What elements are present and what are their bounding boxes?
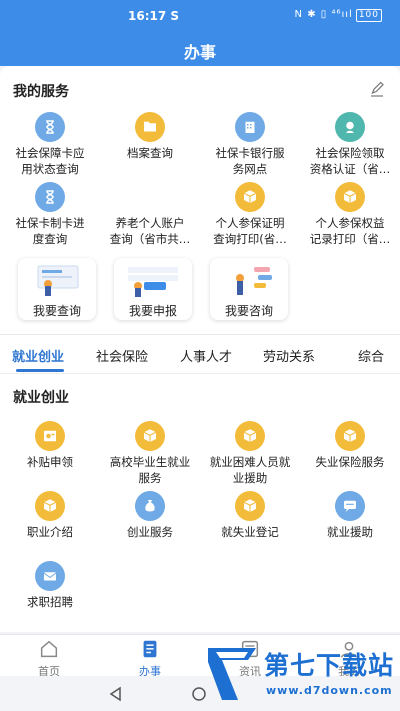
- service-item-card-status[interactable]: 社会保障卡应 用状态查询: [0, 112, 100, 177]
- service-item-qualification[interactable]: 社会保险领取 资格认证（省…: [300, 112, 400, 177]
- home-icon: [40, 640, 58, 658]
- consult-illustration-icon: [236, 267, 272, 295]
- certify-icon: [335, 112, 365, 142]
- watermark-text: 第七下载站: [264, 651, 395, 680]
- consult-card-label: 我要咨询: [224, 304, 273, 318]
- service-item-graduate[interactable]: 高校毕业生就业 服务: [100, 421, 200, 486]
- category-tabs: 就业创业 社会保险 人事人才 劳动关系 综合: [0, 334, 400, 374]
- tab-employment[interactable]: 就业创业: [12, 346, 64, 365]
- service-item-insurance-proof[interactable]: 个人参保证明 查询打印(省…: [200, 182, 300, 247]
- tab-labor-relations[interactable]: 劳动关系: [263, 346, 315, 365]
- service-item-card-progress[interactable]: 社保卡制卡进 度查询: [0, 182, 100, 247]
- query-card-label: 我要查询: [32, 304, 81, 318]
- employment-title: 就业创业: [13, 390, 69, 406]
- box-icon: [335, 421, 365, 451]
- bank-building-icon: [235, 112, 265, 142]
- service-item-label: 社保卡银行服 务网点: [215, 146, 285, 176]
- service-item-label: 个人参保权益 记录打印（省…: [309, 216, 391, 246]
- service-item-rights-record[interactable]: 个人参保权益 记录打印（省…: [300, 182, 400, 247]
- service-item-label: 就失业登记: [221, 525, 279, 539]
- subsidy-icon: [35, 421, 65, 451]
- service-item-label: 职业介绍: [27, 525, 73, 539]
- service-item-label: 养老个人账户 查询（省市共…: [109, 216, 191, 246]
- service-item-label: 创业服务: [127, 525, 173, 539]
- service-item-label: 档案查询: [127, 146, 173, 160]
- declare-card-label: 我要申报: [128, 304, 177, 318]
- folder-icon: [135, 112, 165, 142]
- service-item-startup[interactable]: 创业服务: [100, 491, 200, 556]
- status-icons-text: N ✱ ▯ ⁴⁶ııl: [294, 9, 353, 20]
- status-bar: 16:17 S N ✱ ▯ ⁴⁶ııl 100: [0, 8, 400, 26]
- declare-illustration-icon: [128, 267, 178, 297]
- status-time: 16:17 S: [128, 9, 179, 23]
- status-icons: N ✱ ▯ ⁴⁶ııl 100: [295, 9, 382, 22]
- back-icon[interactable]: [108, 686, 124, 702]
- service-item-label: 社会保险领取 资格认证（省…: [309, 146, 391, 176]
- service-item-pension-account[interactable]: 养老个人账户 查询（省市共…: [100, 182, 200, 247]
- header-bar: 16:17 S N ✱ ▯ ⁴⁶ııl 100 办事: [0, 0, 400, 66]
- service-item-bank-branches[interactable]: 社保卡银行服 务网点: [200, 112, 300, 177]
- status-time-suffix: S: [170, 9, 180, 23]
- money-bag-icon: [135, 491, 165, 521]
- query-illustration-icon: [37, 265, 79, 296]
- nav-services[interactable]: 办事: [115, 638, 185, 679]
- edit-icon[interactable]: [368, 81, 386, 99]
- tab-social-insurance[interactable]: 社会保险: [96, 346, 148, 365]
- hourglass-icon: [35, 112, 65, 142]
- page-title: 办事: [183, 43, 216, 62]
- service-item-difficulty-aid[interactable]: 就业困难人员就 业援助: [200, 421, 300, 486]
- service-item-employment-aid[interactable]: 就业援助: [300, 491, 400, 556]
- hourglass-icon: [35, 182, 65, 212]
- watermark-url: www.d7down.com: [266, 684, 393, 697]
- watermark-logo: [208, 648, 256, 700]
- box-icon: [335, 182, 365, 212]
- document-edit-icon: [143, 640, 157, 658]
- my-services-title: 我的服务: [13, 84, 69, 100]
- status-time-text: 16:17: [128, 9, 167, 23]
- nav-home[interactable]: 首页: [14, 638, 84, 679]
- service-item-label: 社会保障卡应 用状态查询: [15, 146, 85, 176]
- service-item-registration[interactable]: 就失业登记: [200, 491, 300, 556]
- service-item-label: 高校毕业生就业 服务: [109, 455, 191, 485]
- chat-icon: [335, 491, 365, 521]
- service-item-label: 失业保险服务: [315, 455, 385, 469]
- blank-icon: [135, 182, 165, 212]
- tab-comprehensive[interactable]: 综合: [358, 346, 384, 365]
- service-item-label: 就业援助: [327, 525, 373, 539]
- service-item-label: 补贴申领: [27, 455, 73, 469]
- tab-personnel[interactable]: 人事人才: [180, 346, 232, 365]
- active-tab-indicator: [16, 369, 64, 372]
- box-icon: [35, 491, 65, 521]
- service-item-subsidy[interactable]: 补贴申领: [0, 421, 100, 486]
- service-item-archive[interactable]: 档案查询: [100, 112, 200, 177]
- service-item-label: 社保卡制卡进 度查询: [15, 216, 85, 246]
- service-item-label: 就业困难人员就 业援助: [209, 455, 291, 485]
- box-icon: [135, 421, 165, 451]
- service-item-label: 求职招聘: [27, 595, 73, 609]
- service-item-job-intro[interactable]: 职业介绍: [0, 491, 100, 556]
- service-item-label: 个人参保证明 查询打印(省…: [213, 216, 287, 246]
- service-item-recruitment[interactable]: 求职招聘: [0, 561, 100, 626]
- box-icon: [235, 491, 265, 521]
- service-item-unemployment-insurance[interactable]: 失业保险服务: [300, 421, 400, 486]
- box-icon: [235, 182, 265, 212]
- watermark: 第七下载站 www.d7down.com: [202, 642, 394, 708]
- mail-icon: [35, 561, 65, 591]
- battery-icon: 100: [355, 9, 382, 22]
- box-icon: [235, 421, 265, 451]
